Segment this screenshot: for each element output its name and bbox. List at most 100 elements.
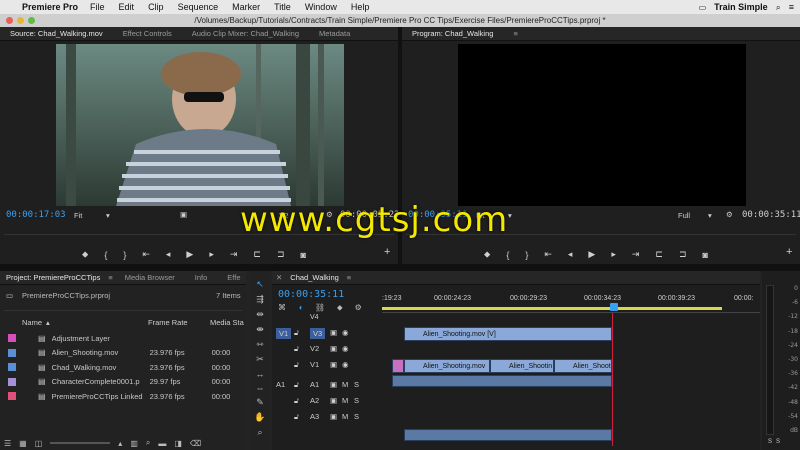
lock-icon[interactable]: 🔓︎ [294,396,299,406]
mute-button[interactable]: M [342,380,348,389]
column-media-start[interactable]: Media Sta [210,318,244,327]
clip-a1-audio[interactable] [392,375,612,387]
source-patch-a1[interactable]: A1 [276,380,285,389]
track-label[interactable]: V2 [310,344,319,353]
label-color-swatch[interactable] [8,334,16,342]
timeline-close-icon[interactable]: ✕ [272,273,286,282]
program-settings-icon[interactable]: ⚙ [726,210,733,219]
program-menu-icon[interactable]: ≡ [503,29,527,38]
step-forward-icon[interactable]: ▸ [611,249,616,260]
zoom-window-button[interactable] [28,17,35,24]
mute-button[interactable]: M [342,396,348,405]
tab-effect-controls[interactable]: Effect Controls [113,29,182,38]
icon-view-icon[interactable]: ▦ [19,439,27,448]
mark-in-icon[interactable]: { [506,250,509,260]
work-area-bar[interactable] [382,307,722,310]
source-video[interactable] [56,44,344,206]
go-to-in-icon[interactable]: ⇤ [142,249,150,260]
display-icon[interactable]: ▭ [699,3,707,12]
mark-out-icon[interactable]: } [525,250,528,260]
user-name[interactable]: Train Simple [714,2,768,12]
freeform-view-icon[interactable]: ◫ [35,439,43,448]
snap-icon[interactable]: ◖ [298,303,303,313]
step-back-icon[interactable]: ◂ [568,249,573,260]
sync-lock-icon[interactable]: ▣ [330,344,337,353]
program-fit-chevron-icon[interactable]: ▾ [508,211,512,220]
timeline-menu-icon[interactable]: ≡ [343,273,355,282]
lock-icon[interactable]: 🔓︎ [294,380,299,390]
column-frame-rate[interactable]: Frame Rate [148,318,188,327]
eye-icon[interactable]: ◉ [342,360,349,369]
go-to-out-icon[interactable]: ⇥ [632,249,640,260]
label-color-swatch[interactable] [8,392,16,400]
track-label[interactable]: V1 [310,360,319,369]
lock-icon[interactable]: 🔓︎ [294,360,299,370]
mute-button[interactable]: M [342,412,348,421]
project-item-row[interactable]: ▤ Chad_Walking.mov 23.976 fps 00:00 [0,360,246,374]
rate-stretch-tool-icon[interactable]: ⇿ [256,339,264,350]
tab-effects[interactable]: Effe [217,273,250,282]
menu-file[interactable]: File [90,2,105,12]
tab-info[interactable]: Info [185,273,218,282]
timeline-timecode[interactable]: 00:00:35:11 [278,289,344,300]
mark-out-icon[interactable]: } [123,250,126,260]
zoom-slider[interactable] [50,442,111,444]
camera-icon[interactable]: ◙ [301,250,306,260]
clip-a3-audio[interactable] [404,429,612,441]
timeline-settings-icon[interactable]: ⚙ [355,303,362,313]
add-marker-icon[interactable]: ⬥ [484,249,490,260]
step-back-icon[interactable]: ◂ [166,249,171,260]
overwrite-icon[interactable]: ⊐ [277,249,285,260]
new-bin-icon[interactable]: ▬ [158,439,166,448]
lock-icon[interactable]: 🔓︎ [294,344,299,354]
menu-edit[interactable]: Edit [119,2,135,12]
track-label[interactable]: A2 [310,396,319,405]
extract-icon[interactable]: ⊐ [679,249,687,260]
search-icon[interactable]: ⌕ [776,2,781,13]
sync-lock-icon[interactable]: ▣ [330,380,337,389]
project-search-field[interactable] [4,303,242,311]
solo-button[interactable]: S [354,380,359,389]
track-label[interactable]: A3 [310,412,319,421]
razor-tool-icon[interactable]: ✂ [256,354,264,365]
project-item-row[interactable]: ▤ Alien_Shooting.mov 23.976 fps 00:00 [0,346,246,360]
zoom-tool-icon[interactable]: ⌕ [257,427,262,438]
list-view-icon[interactable]: ☰ [4,439,11,448]
new-item-icon[interactable]: ◨ [174,439,182,448]
solo-button[interactable]: S [354,412,359,421]
lock-icon[interactable]: 🔓︎ [294,412,299,422]
timeline-ruler[interactable]: :19:23 00:00:24:23 00:00:29:23 00:00:34:… [382,291,760,313]
add-marker-icon[interactable]: ⬥ [337,303,343,313]
go-to-in-icon[interactable]: ⇤ [544,249,552,260]
solo-button[interactable]: S [354,396,359,405]
menu-sequence[interactable]: Sequence [178,2,219,12]
menu-window[interactable]: Window [305,2,337,12]
program-add-button[interactable]: + [786,246,792,258]
slip-tool-icon[interactable]: ↔ [256,369,265,379]
tab-metadata[interactable]: Metadata [309,29,360,38]
program-resolution-select[interactable]: Full [678,211,690,220]
lift-icon[interactable]: ⊏ [655,249,663,260]
track-label[interactable]: V3 [310,328,326,339]
column-name[interactable]: Name [22,318,42,327]
clip-v1-alien-shooting-3[interactable]: Alien_Shoot [554,359,612,373]
list-icon[interactable]: ≡ [789,2,794,12]
clip-v1-alien-shooting-1[interactable]: Alien_Shooting.mov [404,359,490,373]
automate-to-sequence-icon[interactable]: ▥ [130,439,138,448]
solo-left-button[interactable]: S [768,439,772,445]
track-label[interactable]: A1 [310,380,319,389]
tab-audio-clip-mixer[interactable]: Audio Clip Mixer: Chad_Walking [182,29,309,38]
clip-v1-adjustment[interactable] [392,359,404,373]
play-icon[interactable]: ▶ [186,249,193,260]
add-marker-icon[interactable]: ⬥ [82,249,88,260]
sort-arrow-icon[interactable]: ▴ [46,318,50,327]
camera-icon[interactable]: ◙ [703,250,708,260]
label-color-swatch[interactable] [8,348,16,357]
source-fit-chevron-icon[interactable]: ▾ [106,211,110,220]
program-video[interactable] [458,44,746,206]
track-select-tool-icon[interactable]: ⇶ [256,294,264,305]
sync-lock-icon[interactable]: ▣ [330,360,337,369]
project-item-row[interactable]: ▤ PremiereProCCTips Linked 23.976 fps 00:00 [0,389,246,403]
solo-right-button[interactable]: S [776,439,780,445]
project-item-row[interactable]: ▤ CharacterComplete0001.p 29.97 fps 00:00 [0,375,246,389]
